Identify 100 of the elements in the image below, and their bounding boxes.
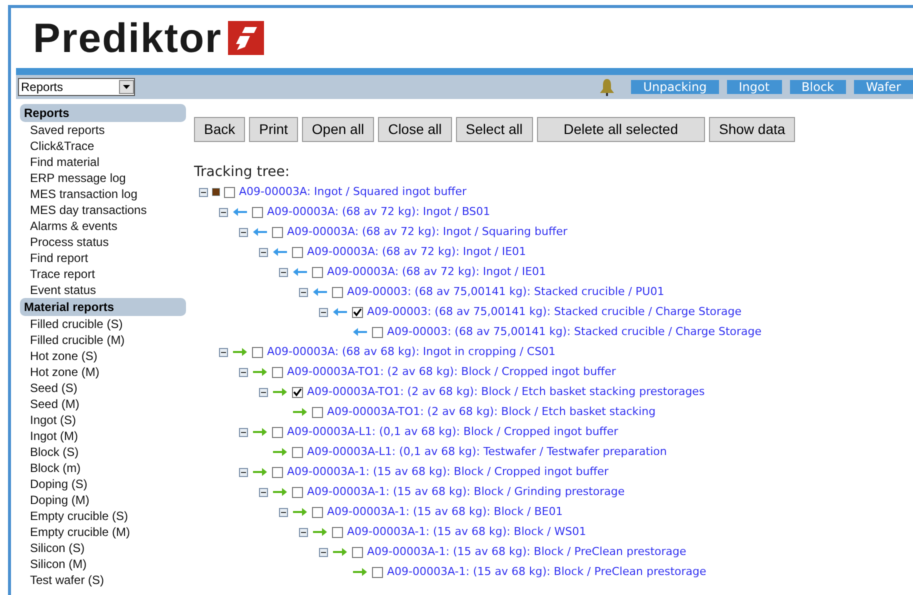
sidebar-item[interactable]: Saved reports [20,122,186,138]
tree-node-link[interactable]: A09-00003A-TO1: (2 av 68 kg): Block / Cropped ingot buffer [287,364,616,380]
checkbox[interactable] [312,506,323,518]
tree-node-link[interactable]: A09-00003: (68 av 75,00141 kg): Stacked crucible / Charge Storage [367,304,742,320]
checkbox[interactable] [352,546,363,558]
sidebar-item[interactable]: Empty crucible (M) [20,524,186,540]
toolbar-button[interactable]: Delete all selected [536,117,705,142]
sidebar-item[interactable]: Filled crucible (S) [20,316,186,332]
collapse-toggle[interactable] [259,488,268,496]
checkbox[interactable] [292,246,303,258]
sidebar-item[interactable]: Empty crucible (S) [20,508,186,524]
checkbox[interactable] [272,426,283,438]
left-arrow-icon [292,267,308,277]
collapse-toggle[interactable] [279,268,288,276]
sidebar-item[interactable]: Seed (S) [20,380,186,396]
collapse-toggle[interactable] [279,508,288,516]
checkbox[interactable] [292,486,303,498]
checkbox[interactable] [352,306,363,318]
sidebar-item[interactable]: Trace report [20,266,186,282]
tree-node-link[interactable]: A09-00003: (68 av 75,00141 kg): Stacked crucible / Charge Storage [387,324,762,340]
tree-node-link[interactable]: A09-00003A: (68 av 72 kg): Ingot / IE01 [327,264,546,280]
checkbox[interactable] [372,326,383,338]
checkbox[interactable] [332,526,343,538]
sidebar-item[interactable]: Test wafer (S) [20,572,186,588]
collapse-toggle[interactable] [219,208,228,216]
sidebar-item[interactable]: MES day transactions [20,202,186,218]
checkbox[interactable] [312,266,323,278]
tree-node-link[interactable]: A09-00003A: (68 av 72 kg): Ingot / BS01 [267,204,490,220]
checkbox[interactable] [292,446,303,458]
toolbar-button[interactable]: Open all [302,117,374,142]
sidebar-item[interactable]: Seed (M) [20,396,186,412]
sidebar-item[interactable]: Block (m) [20,460,186,476]
left-arrow-icon [252,227,268,237]
tree-node-link[interactable]: A09-00003A-1: (15 av 68 kg): Block / BE01 [327,504,563,520]
sidebar-item[interactable]: Ingot (S) [20,412,186,428]
checkbox[interactable] [272,366,283,378]
sidebar-item[interactable]: Hot zone (M) [20,364,186,380]
toolbar-button[interactable]: Back [194,117,246,142]
checkbox[interactable] [252,206,263,218]
tree-node-link[interactable]: A09-00003A-TO1: (2 av 68 kg): Block / Etch basket stacking prestorages [307,384,705,400]
sidebar-item[interactable]: ERP message log [20,170,186,186]
sidebar-item[interactable]: Find material [20,154,186,170]
tree-node-link[interactable]: A09-00003: (68 av 75,00141 kg): Stacked crucible / PU01 [347,284,664,300]
collapse-toggle[interactable] [239,428,248,436]
tree-node-link[interactable]: A09-00003A-L1: (0,1 av 68 kg): Block / Cropped ingot buffer [287,424,618,440]
tree-node-link[interactable]: A09-00003A-L1: (0,1 av 68 kg): Testwafer / Testwafer preparation [307,444,667,460]
toolbar-button[interactable]: Show data [709,117,796,142]
checkbox[interactable] [272,226,283,238]
collapse-toggle[interactable] [299,528,308,536]
toolbar-button[interactable]: Print [249,117,298,142]
tree-node-link[interactable]: A09-00003A-1: (15 av 68 kg): Block / Grinding prestorage [307,484,625,500]
sidebar-item[interactable]: Alarms & events [20,218,186,234]
sidebar-item[interactable]: Doping (M) [20,492,186,508]
tree-node-link[interactable]: A09-00003A-1: (15 av 68 kg): Block / Cropped ingot buffer [287,464,609,480]
checkbox[interactable] [252,346,263,358]
collapse-toggle[interactable] [319,308,328,316]
collapse-toggle[interactable] [239,228,248,236]
right-arrow-icon [252,367,268,377]
sidebar-item[interactable]: Silicon (S) [20,540,186,556]
sidebar-item[interactable]: Ingot (M) [20,428,186,444]
checkbox[interactable] [332,286,343,298]
left-arrow-icon [272,247,288,257]
tree-node-link[interactable]: A09-00003A: (68 av 72 kg): Ingot / IE01 [307,244,526,260]
sidebar-item[interactable]: Hot zone (S) [20,348,186,364]
collapse-toggle[interactable] [219,348,228,356]
collapse-toggle[interactable] [259,388,268,396]
sidebar-item[interactable]: Process status [20,234,186,250]
tree-node-link[interactable]: A09-00003A: (68 av 72 kg): Ingot / Squaring buffer [287,224,568,240]
tree-node-link[interactable]: A09-00003A-1: (15 av 68 kg): Block / PreClean prestorage [387,564,706,580]
checkbox[interactable] [272,466,283,478]
sidebar-item[interactable]: Click&Trace [20,138,186,154]
sidebar-item[interactable]: Doping (S) [20,476,186,492]
tree-node-link[interactable]: A09-00003A-1: (15 av 68 kg): Block / WS01 [347,524,586,540]
checkbox[interactable] [372,566,383,578]
collapse-toggle[interactable] [259,248,268,256]
collapse-toggle[interactable] [319,548,328,556]
tree-node-link[interactable]: A09-00003A: Ingot / Squared ingot buffer [239,184,467,200]
collapse-toggle[interactable] [199,188,208,196]
checkbox[interactable] [312,406,323,418]
view-select[interactable]: Reports [18,78,135,96]
toolbar-button[interactable]: Select all [456,117,533,142]
tree-node-link[interactable]: A09-00003A-1: (15 av 68 kg): Block / PreClean prestorage [367,544,686,560]
sidebar-item[interactable]: Event status [20,282,186,298]
sidebar-item[interactable]: Filled crucible (M) [20,332,186,348]
right-arrow-icon [272,387,288,397]
tree-node-link[interactable]: A09-00003A: (68 av 68 kg): Ingot in cropping / CS01 [267,344,556,360]
collapse-toggle[interactable] [299,288,308,296]
tree-node-link[interactable]: A09-00003A-TO1: (2 av 68 kg): Block / Etch basket stacking [327,404,656,420]
checkbox[interactable] [224,186,235,198]
tracking-tree-title: Tracking tree: [194,163,291,182]
collapse-toggle[interactable] [239,468,248,476]
toolbar-button[interactable]: Close all [378,117,452,142]
sidebar-item[interactable]: Block (S) [20,444,186,460]
logo-icon [228,21,264,55]
sidebar-item[interactable]: MES transaction log [20,186,186,202]
sidebar-item[interactable]: Silicon (M) [20,556,186,572]
right-arrow-icon [292,407,308,417]
collapse-toggle[interactable] [239,368,248,376]
checkbox[interactable] [292,386,303,398]
sidebar-item[interactable]: Find report [20,250,186,266]
